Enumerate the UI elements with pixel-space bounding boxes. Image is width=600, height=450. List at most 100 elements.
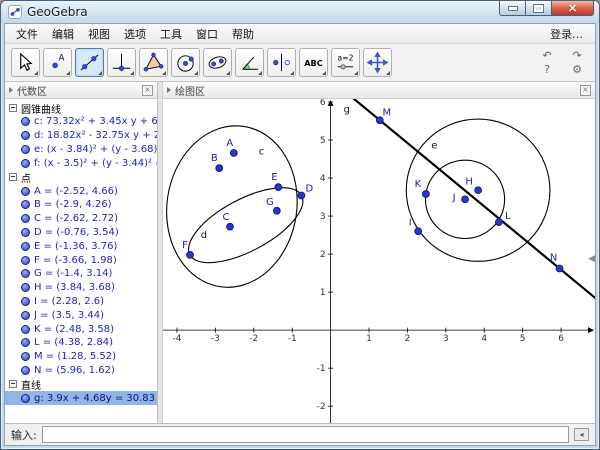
minimize-button[interactable] [499, 1, 526, 16]
algebra-panel-header[interactable]: 代数区 × [5, 82, 157, 99]
algebra-group-header[interactable]: 点 [5, 170, 157, 184]
panel-menu-arrow-icon[interactable] [167, 87, 171, 93]
undo-icon[interactable]: ↶ [539, 49, 555, 62]
visibility-marble-icon[interactable] [21, 242, 30, 251]
text-tool-button[interactable]: ABC [299, 48, 328, 77]
algebra-group-header[interactable]: 圆锥曲线 [5, 101, 157, 115]
visibility-marble-icon[interactable] [21, 131, 30, 140]
transform-tool-button[interactable] [267, 48, 296, 77]
tool-dropdown-icon[interactable] [130, 71, 134, 75]
point-tool-button[interactable]: A [43, 48, 72, 77]
point-N[interactable] [556, 265, 563, 272]
visibility-marble-icon[interactable] [21, 297, 30, 306]
conic-d[interactable] [178, 173, 314, 278]
special-line-tool-button[interactable] [107, 48, 136, 77]
input-help-button[interactable]: ◂ [574, 428, 589, 441]
menu-item-1[interactable]: 编辑 [45, 24, 81, 44]
algebra-item[interactable]: I = (2.28, 2.6) [5, 295, 157, 309]
algebra-item[interactable]: c: 73.32x² + 3.45x y + 64.15 [5, 115, 157, 129]
visibility-marble-icon[interactable] [21, 352, 30, 361]
algebra-item[interactable]: f: (x - 3.5)² + (y - 3.44)² = 1.06 [5, 156, 157, 170]
tool-dropdown-icon[interactable] [226, 71, 230, 75]
graphics-panel-header[interactable]: 绘图区 × [163, 82, 595, 99]
tool-dropdown-icon[interactable] [34, 71, 38, 75]
slider-tool-button[interactable]: a=2 [331, 48, 360, 77]
point-C[interactable] [227, 223, 234, 230]
tool-dropdown-icon[interactable] [98, 71, 102, 75]
point-F[interactable] [187, 251, 194, 258]
menu-item-5[interactable]: 窗口 [189, 24, 225, 44]
visibility-marble-icon[interactable] [21, 269, 30, 278]
tool-dropdown-icon[interactable] [322, 71, 326, 75]
visibility-marble-icon[interactable] [21, 159, 30, 168]
point-H[interactable] [475, 187, 482, 194]
visibility-marble-icon[interactable] [21, 117, 30, 126]
visibility-marble-icon[interactable] [21, 338, 30, 347]
algebra-close-icon[interactable]: × [142, 85, 153, 96]
visibility-marble-icon[interactable] [21, 187, 30, 196]
circle-tool-button[interactable] [171, 48, 200, 77]
conic-tool-button[interactable] [203, 48, 232, 77]
line-tool-button[interactable] [75, 48, 104, 77]
polygon-tool-button[interactable] [139, 48, 168, 77]
menu-item-2[interactable]: 视图 [81, 24, 117, 44]
angle-tool-button[interactable] [235, 48, 264, 77]
conic-c[interactable] [163, 117, 308, 295]
move-tool-button[interactable] [11, 48, 40, 77]
point-A[interactable] [230, 150, 237, 157]
visibility-marble-icon[interactable] [21, 145, 30, 154]
collapse-box-icon[interactable] [9, 173, 17, 181]
tool-dropdown-icon[interactable] [290, 71, 294, 75]
algebra-item[interactable]: M = (1.28, 5.52) [5, 350, 157, 364]
settings-gear-icon[interactable]: ⚙ [569, 63, 585, 76]
visibility-marble-icon[interactable] [21, 214, 30, 223]
panel-menu-arrow-icon[interactable] [9, 87, 13, 93]
point-I[interactable] [415, 228, 422, 235]
visibility-marble-icon[interactable] [21, 200, 30, 209]
algebra-item[interactable]: D = (-0.76, 3.54) [5, 226, 157, 240]
visibility-marble-icon[interactable] [21, 256, 30, 265]
collapse-box-icon[interactable] [9, 380, 17, 388]
command-input[interactable] [42, 426, 569, 443]
menu-item-6[interactable]: 帮助 [225, 24, 261, 44]
graphics-view[interactable]: -4-3-2-1123456-2-1123456cdegABCDEFGHIJKL… [163, 99, 595, 423]
graphics-close-icon[interactable]: × [580, 85, 591, 96]
maximize-button[interactable] [526, 1, 552, 16]
tool-dropdown-icon[interactable] [66, 71, 70, 75]
visibility-marble-icon[interactable] [21, 366, 30, 375]
visibility-marble-icon[interactable] [21, 325, 30, 334]
algebra-item[interactable]: L = (4.38, 2.84) [5, 336, 157, 350]
algebra-item[interactable]: g: 3.9x + 4.68y = 30.83 [5, 391, 157, 405]
graphics-canvas[interactable]: -4-3-2-1123456-2-1123456cdegABCDEFGHIJKL… [163, 99, 595, 423]
algebra-item[interactable]: C = (-2.62, 2.72) [5, 212, 157, 226]
tool-dropdown-icon[interactable] [162, 71, 166, 75]
redo-icon[interactable]: ↷ [569, 49, 585, 62]
sidebar-toggle-arrow[interactable]: ◀ [588, 254, 595, 264]
algebra-group-header[interactable]: 直线 [5, 377, 157, 391]
point-B[interactable] [216, 165, 223, 172]
tool-dropdown-icon[interactable] [194, 71, 198, 75]
login-link[interactable]: 登录… [542, 24, 591, 44]
algebra-item[interactable]: H = (3.84, 3.68) [5, 281, 157, 295]
point-K[interactable] [422, 191, 429, 198]
menu-item-0[interactable]: 文件 [9, 24, 45, 44]
visibility-marble-icon[interactable] [21, 283, 30, 292]
visibility-marble-icon[interactable] [21, 228, 30, 237]
visibility-marble-icon[interactable] [21, 311, 30, 320]
point-L[interactable] [495, 219, 502, 226]
move-graphics-tool-button[interactable] [363, 48, 392, 77]
titlebar[interactable]: GeoGebra × [1, 1, 599, 23]
point-E[interactable] [275, 184, 282, 191]
point-J[interactable] [462, 196, 469, 203]
algebra-item[interactable]: d: 18.82x² - 32.75x y + 27.31 [5, 129, 157, 143]
algebra-item[interactable]: J = (3.5, 3.44) [5, 308, 157, 322]
menu-item-3[interactable]: 选项 [117, 24, 153, 44]
close-button[interactable]: × [552, 1, 594, 16]
algebra-item[interactable]: e: (x - 3.84)² + (y - 3.68)² = 3. [5, 143, 157, 157]
tool-dropdown-icon[interactable] [354, 71, 358, 75]
collapse-box-icon[interactable] [9, 104, 17, 112]
algebra-item[interactable]: N = (5.96, 1.62) [5, 364, 157, 378]
algebra-item[interactable]: A = (-2.52, 4.66) [5, 184, 157, 198]
help-icon[interactable]: ? [539, 63, 555, 76]
visibility-marble-icon[interactable] [21, 394, 30, 403]
